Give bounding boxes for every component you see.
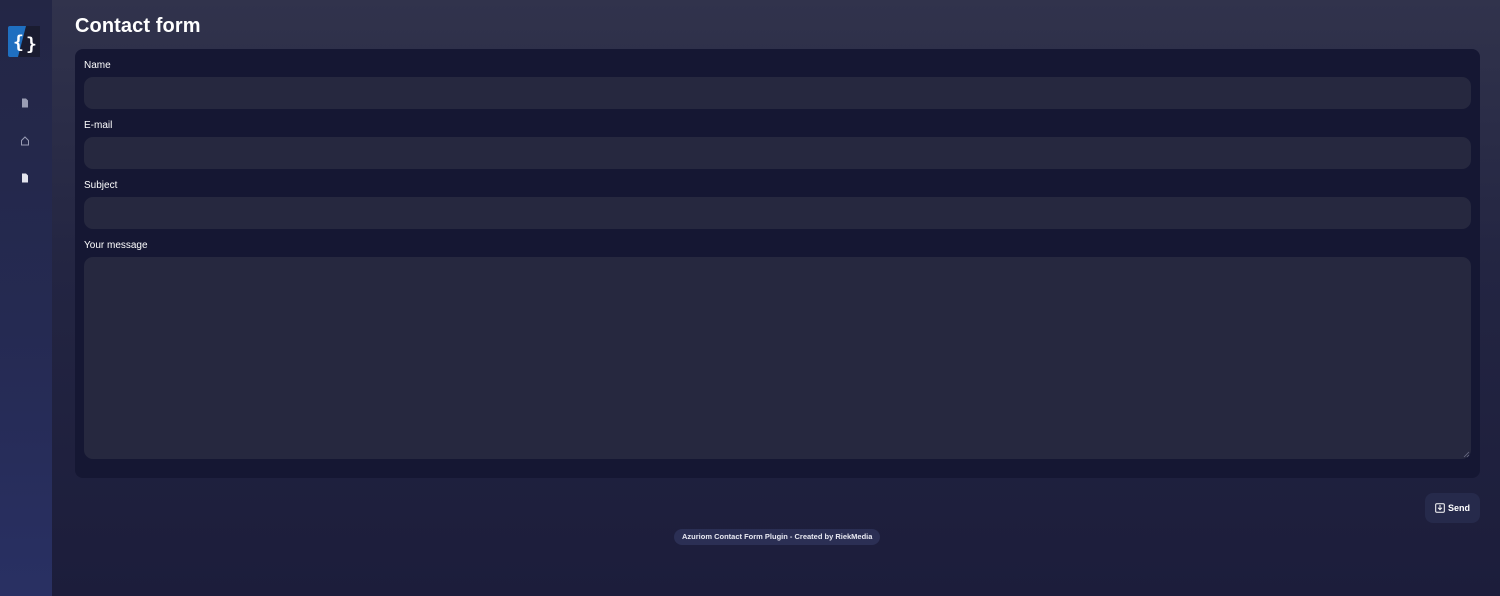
sidebar-item-home[interactable]	[20, 135, 30, 147]
main-content: Contact form Name E-mail Subject Your me…	[52, 0, 1500, 596]
send-button[interactable]: Send	[1425, 493, 1480, 523]
email-label: E-mail	[84, 120, 113, 131]
sidebar-item-pages[interactable]	[20, 97, 30, 109]
file-icon	[22, 173, 28, 183]
email-field[interactable]	[84, 137, 1471, 169]
name-field[interactable]	[84, 77, 1471, 109]
sidebar: { }	[0, 0, 52, 596]
message-field[interactable]	[84, 257, 1471, 459]
message-wrapper	[84, 257, 1471, 459]
download-box-icon	[1435, 503, 1445, 513]
name-label: Name	[84, 60, 111, 71]
message-label: Your message	[84, 240, 148, 251]
subject-label: Subject	[84, 180, 118, 191]
send-label: Send	[1447, 503, 1470, 513]
footer-credit: Azuriom Contact Form Plugin - Created by…	[674, 529, 881, 545]
file-icon	[22, 98, 28, 108]
svg-text:}: }	[26, 34, 37, 55]
svg-text:{: {	[13, 32, 24, 53]
sidebar-item-contact[interactable]	[20, 172, 30, 184]
resize-handle-icon[interactable]	[1462, 450, 1470, 458]
page-title: Contact form	[75, 15, 201, 37]
contact-form-card: Name E-mail Subject Your message	[75, 49, 1480, 478]
subject-field[interactable]	[84, 197, 1471, 229]
home-icon	[21, 136, 29, 146]
curly-braces-logo-icon[interactable]: { }	[8, 26, 40, 57]
